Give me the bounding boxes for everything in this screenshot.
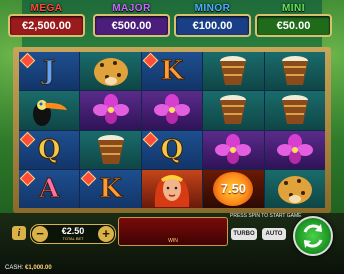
jaguar-icon: [93, 58, 128, 87]
reel-cell: [203, 91, 264, 130]
gem-icon: [142, 131, 159, 147]
reel-cell: [203, 130, 264, 169]
reel-grid: J K Q Q A K 7.50: [19, 52, 325, 208]
jackpot-minor-value: €100.00: [174, 14, 251, 37]
jackpot-mini: MINI €50.00: [255, 3, 332, 47]
jackpot-mega: MEGA €2,500.00: [8, 3, 85, 47]
gem-icon: [81, 170, 97, 187]
reel-cell: [80, 52, 141, 91]
drum-icon: [281, 95, 308, 125]
jackpot-major-title: MAJOR: [112, 3, 151, 14]
win-display: WIN: [118, 217, 228, 246]
orchid-icon: [92, 94, 129, 125]
status-message: PRESS SPIN TO START GAME: [230, 213, 302, 219]
reel-cell: 7.50: [203, 169, 264, 208]
jackpot-mini-title: MINI: [281, 3, 306, 14]
reel-cell: [203, 52, 264, 91]
reel-cell: K: [80, 169, 141, 208]
reel-cell: [19, 91, 80, 130]
orchid-icon: [276, 133, 313, 164]
spin-button[interactable]: [293, 216, 333, 256]
orchid-icon: [153, 94, 190, 125]
info-button[interactable]: i: [12, 226, 26, 240]
drum-icon: [220, 56, 247, 86]
jackpot-mini-value: €50.00: [255, 14, 332, 37]
jackpot-minor-title: MINOR: [194, 3, 231, 14]
reel-cell: J: [19, 52, 80, 91]
bet-selector: − €2.50 TOTAL BET +: [30, 224, 116, 244]
reel-cell: [264, 169, 325, 208]
cash-value-sun: 7.50: [213, 171, 254, 206]
orchid-icon: [215, 133, 252, 164]
symbol-a: A: [39, 173, 60, 204]
jackpot-major-value: €500.00: [93, 14, 170, 37]
jackpot-major: MAJOR €500.00: [93, 3, 170, 47]
symbol-k: K: [99, 173, 123, 204]
jackpot-mega-title: MEGA: [30, 3, 63, 14]
bet-increase-button[interactable]: +: [98, 226, 114, 242]
reel-cell: [141, 91, 203, 130]
turbo-button[interactable]: TURBO: [231, 228, 257, 240]
reel-cell: [80, 130, 141, 169]
symbol-q: Q: [37, 134, 61, 165]
gem-icon: [19, 170, 36, 187]
win-label: WIN: [168, 238, 178, 244]
cash-value: €1,000.00: [25, 265, 52, 271]
symbol-q: Q: [160, 134, 184, 165]
spin-arrows-icon: [303, 224, 323, 248]
jackpot-minor: MINOR €100.00: [174, 3, 251, 47]
reel-cell: [264, 130, 325, 169]
cash-balance: CASH: €1,000.00: [5, 265, 52, 271]
gem-icon: [142, 52, 159, 69]
reel-cell: [80, 91, 141, 130]
cash-label: CASH:: [5, 265, 24, 271]
jaguar-icon: [277, 175, 312, 204]
goddess-icon: [154, 173, 190, 207]
reel-cell: Q: [19, 130, 80, 169]
drum-icon: [97, 134, 124, 164]
autoplay-button[interactable]: AUTO: [262, 228, 286, 240]
gem-icon: [19, 131, 36, 147]
symbol-j: J: [43, 56, 56, 87]
reel-cell: [264, 91, 325, 130]
gem-icon: [19, 52, 36, 69]
reel-cell: [264, 52, 325, 91]
reel-cell: A: [19, 169, 80, 208]
reel-cell: [141, 169, 203, 208]
jackpot-mega-value: €2,500.00: [8, 14, 85, 37]
drum-icon: [281, 56, 308, 86]
drum-icon: [220, 95, 247, 125]
toucan-icon: [33, 100, 68, 127]
reel-cell: Q: [141, 130, 203, 169]
reel-cell: K: [141, 52, 203, 91]
symbol-k: K: [160, 56, 184, 87]
